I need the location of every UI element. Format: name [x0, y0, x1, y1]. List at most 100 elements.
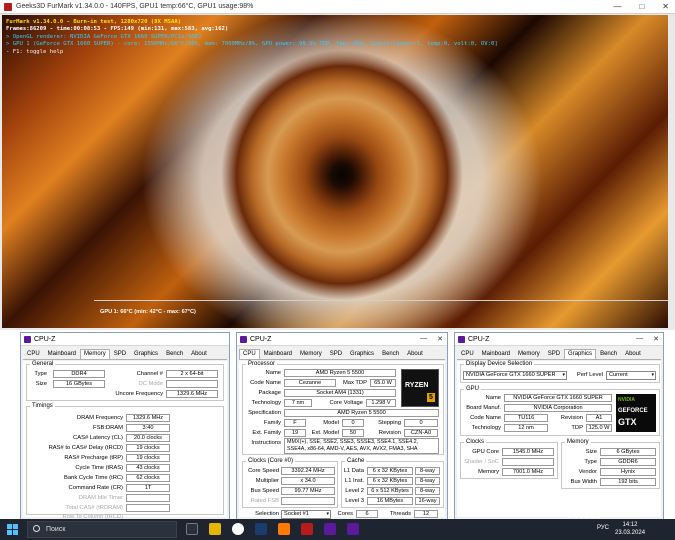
tab-cpu[interactable]: CPU [239, 349, 260, 359]
timing-value: 20.0 clocks [126, 434, 170, 442]
furmark-window-title: Geeks3D FurMark v1.34.0.0 - 140FPS, GPU1… [16, 3, 254, 10]
cache-size: 6 x 32 KBytes [367, 477, 413, 485]
tab-bench[interactable]: Bench [162, 349, 187, 359]
task-view-icon[interactable] [186, 523, 198, 535]
taskbar-clock[interactable]: 14:12 23.03.2024 [615, 521, 645, 537]
tab-graphics[interactable]: Graphics [564, 349, 597, 359]
tab-about[interactable]: About [621, 349, 645, 359]
browser-icon[interactable] [278, 523, 290, 535]
tab-graphics[interactable]: Graphics [130, 349, 162, 359]
vram-buswidth-label: Bus Width [570, 479, 597, 485]
general-legend: General [32, 361, 54, 367]
model-value: 0 [342, 419, 364, 427]
vram-size-value: 6 GBytes [600, 448, 656, 456]
steam-icon[interactable] [255, 523, 267, 535]
selection-label: Selection [255, 511, 279, 517]
furmark-render-view[interactable]: FurMark v1.34.0.0 - Burn-in test, 1280x7… [2, 15, 668, 328]
memory-panel: General Type DDR4 Size 16 GBytes Channel… [23, 361, 227, 519]
cpuz-taskbar-icon[interactable] [324, 523, 336, 535]
minimize-icon[interactable]: — [613, 2, 621, 11]
input-language[interactable]: РУС [597, 525, 609, 531]
close-icon[interactable]: ✕ [653, 335, 659, 343]
overlay-line-help: - F1: toggle help [6, 48, 64, 55]
extfamily-value: 19 [284, 429, 306, 437]
minimize-icon[interactable]: — [636, 335, 643, 343]
dcmode-label: DC Mode [138, 381, 163, 387]
yandex-browser-icon[interactable] [232, 523, 244, 535]
tab-memory[interactable]: Memory [80, 349, 110, 359]
tab-bench[interactable]: Bench [596, 349, 621, 359]
overlay-line-frames: Frames:86209 - time:00:08:53 - FPS:149 (… [6, 26, 229, 33]
stepping-label: Stepping [378, 420, 401, 426]
taskbar-search-box[interactable]: Поиск [27, 521, 177, 538]
gpu-temp-graph-label: GPU 1: 66°C (min: 42°C - max: 67°C) [100, 309, 196, 315]
cpuz-titlebar: CPU-Z — ✕ [237, 333, 447, 346]
cpu-name-label: Name [265, 370, 281, 376]
gpu-name-label: Name [485, 395, 501, 401]
type-value: DDR4 [53, 370, 105, 378]
maximize-icon[interactable]: □ [639, 2, 644, 11]
timing-label: Bank Cycle Time (tRC) [64, 475, 123, 481]
cache-legend: Cache [347, 458, 365, 464]
cpuz-titlebar: CPU-Z — ✕ [455, 333, 663, 346]
vram-buswidth-value: 192 bits [600, 478, 656, 486]
technology-label: Technology [251, 400, 281, 406]
cores-label: Cores [337, 511, 353, 517]
furmark-titlebar: Geeks3D FurMark v1.34.0.0 - 140FPS, GPU1… [0, 0, 675, 14]
gpu-name-value: NVIDIA GeForce GTX 1660 SUPER [504, 394, 612, 402]
cpuz-taskbar-icon-2[interactable] [347, 523, 359, 535]
tab-spd[interactable]: SPD [544, 349, 564, 359]
cache-way: 16-way [415, 497, 440, 505]
processor-legend: Processor [248, 361, 276, 367]
tab-spd[interactable]: SPD [110, 349, 130, 359]
overlay-line-title: FurMark v1.34.0.0 - Burn-in test, 1280x7… [6, 19, 182, 25]
tab-cpu[interactable]: CPU [23, 349, 44, 359]
taskbar: Поиск РУС 14:12 23.03.2024 [0, 519, 675, 540]
cpuz-title: CPU-Z [250, 336, 272, 343]
cache-way: 8-way [415, 467, 440, 475]
overlay-line-gpu: > GPU 1 (GeForce GTX 1660 SUPER) - core:… [6, 41, 498, 48]
corespeed-value: 3392.24 MHz [281, 467, 335, 475]
cpuz-graphics-window: CPU-Z — ✕ CPU Mainboard Memory SPD Graphi… [454, 332, 664, 520]
timing-label: Command Rate (CR) [68, 485, 123, 491]
timing-label-disabled: DRAM Idle Timer [78, 495, 123, 501]
furmark-taskbar-icon[interactable] [301, 523, 313, 535]
gpu-memclock-value: 7001.0 MHz [502, 468, 554, 476]
tab-about[interactable]: About [403, 349, 427, 359]
corevoltage-label: Core Voltage [329, 400, 363, 406]
size-label: Size [35, 381, 47, 387]
tab-cpu[interactable]: CPU [457, 349, 478, 359]
tab-memory[interactable]: Memory [296, 349, 326, 359]
minimize-icon[interactable]: — [420, 335, 427, 343]
close-icon[interactable]: ✕ [437, 335, 443, 343]
ratedfsb-value [281, 497, 335, 505]
tab-graphics[interactable]: Graphics [346, 349, 378, 359]
perf-level-select[interactable]: Current ▾ [606, 371, 656, 380]
tab-bench[interactable]: Bench [378, 349, 403, 359]
maxtdp-label: Max TDP [342, 380, 367, 386]
selection-select[interactable]: Socket #1 ▾ [281, 510, 331, 519]
corespeed-label: Core Speed [248, 468, 279, 474]
uncore-value: 1329.6 MHz [166, 390, 218, 398]
tab-mainboard[interactable]: Mainboard [478, 349, 514, 359]
tab-spd[interactable]: SPD [326, 349, 346, 359]
close-icon[interactable]: ✕ [662, 2, 669, 11]
maxtdp-value: 65.0 W [370, 379, 396, 387]
family-label: Family [263, 420, 281, 426]
cpuz-tabs: CPU Mainboard Memory SPD Graphics Bench … [239, 349, 445, 360]
windows-start-icon[interactable] [7, 524, 18, 535]
gpu-technology-label: Technology [471, 425, 501, 431]
tab-about[interactable]: About [187, 349, 211, 359]
file-explorer-icon[interactable] [209, 523, 221, 535]
cpuz-tabs: CPU Mainboard Memory SPD Graphics Bench … [23, 349, 227, 360]
tab-mainboard[interactable]: Mainboard [260, 349, 296, 359]
uncore-label: Uncore Frequency [115, 391, 163, 397]
furmark-window: Geeks3D FurMark v1.34.0.0 - 140FPS, GPU1… [0, 0, 675, 330]
geforce-logo-gtx: GTX [618, 417, 637, 427]
timing-value: 1T [126, 484, 170, 492]
spec-value: AMD Ryzen 5 5500 [284, 409, 439, 417]
tab-mainboard[interactable]: Mainboard [44, 349, 80, 359]
tab-memory[interactable]: Memory [514, 349, 544, 359]
gpu-tdp-value: 125.0 W [586, 424, 612, 432]
display-device-select[interactable]: NVIDIA GeForce GTX 1660 SUPER ▾ [463, 371, 567, 380]
